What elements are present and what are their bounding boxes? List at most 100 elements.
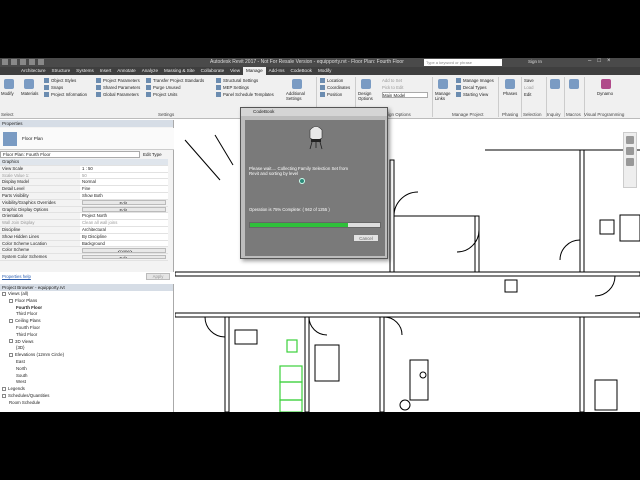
property-value[interactable]: Clean all wall joins	[80, 220, 168, 226]
phases-button[interactable]: Phases	[503, 91, 517, 96]
structural-settings-button[interactable]: Structural Settings	[216, 78, 258, 84]
manage-images-button[interactable]: Manage Images	[456, 78, 494, 84]
save-icon[interactable]	[11, 59, 17, 65]
coordinates-button[interactable]: Coordinates	[320, 85, 350, 91]
browser-item[interactable]: {3D}	[0, 345, 173, 352]
tab-analyze[interactable]: Analyze	[139, 67, 161, 75]
browser-item[interactable]: North	[0, 366, 173, 373]
expand-toggle-icon[interactable]	[9, 353, 13, 358]
browser-item[interactable]: Floor Plans	[0, 298, 173, 305]
apply-button[interactable]: Apply	[146, 273, 170, 280]
browser-item[interactable]: Third Floor	[0, 311, 173, 318]
close-icon[interactable]: ×	[607, 58, 611, 67]
expand-toggle-icon[interactable]	[9, 339, 13, 344]
decal-types-button[interactable]: Decal Types	[456, 85, 487, 91]
tab-insert[interactable]: Insert	[97, 67, 115, 75]
maximize-icon[interactable]: □	[597, 58, 601, 67]
browser-item[interactable]: Elevations (12mm Circle)	[0, 352, 173, 359]
dynamo-icon[interactable]	[601, 79, 611, 89]
tab-systems[interactable]: Systems	[73, 67, 97, 75]
project-parameters-button[interactable]: Project Parameters	[96, 78, 140, 84]
expand-toggle-icon[interactable]	[2, 291, 6, 296]
browser-item[interactable]: Legends	[0, 386, 173, 393]
browser-item[interactable]: Third Floor	[0, 332, 173, 339]
browser-item[interactable]: West	[0, 379, 173, 386]
expand-toggle-icon[interactable]	[9, 319, 13, 324]
expand-toggle-icon[interactable]	[2, 393, 6, 398]
undo-icon[interactable]	[20, 59, 26, 65]
properties-help-link[interactable]: Properties help	[2, 274, 31, 279]
browser-item[interactable]: East	[0, 359, 173, 366]
property-value[interactable]: Normal	[80, 179, 168, 186]
instance-selector[interactable]: Floor Plan: Fourth Floor	[0, 151, 140, 158]
purge-unused-button[interactable]: Purge Unused	[146, 85, 180, 91]
property-edit-button[interactable]: Edit...	[82, 207, 166, 212]
phases-icon[interactable]	[505, 79, 515, 89]
tab-massing-site[interactable]: Massing & Site	[161, 67, 198, 75]
select-load-button[interactable]: Load	[524, 85, 534, 90]
browser-item[interactable]: 3D Views	[0, 339, 173, 346]
tab-view[interactable]: View	[227, 67, 243, 75]
design-option-select[interactable]: Main Model	[382, 92, 428, 98]
location-button[interactable]: Location	[320, 78, 343, 84]
transfer-project-standards-button[interactable]: Transfer Project Standards	[146, 78, 204, 84]
browser-item[interactable]: Room Schedule	[0, 400, 173, 407]
tab-codebook[interactable]: CodeBook	[288, 67, 315, 75]
manage-links-icon[interactable]	[438, 79, 448, 89]
pick-to-edit-button[interactable]: Pick to Edit	[382, 85, 404, 90]
browser-item[interactable]: Fourth Floor	[0, 325, 173, 332]
tab-annotate[interactable]: Annotate	[114, 67, 138, 75]
design-options-icon[interactable]	[361, 79, 371, 89]
tab-architecture[interactable]: Architecture	[18, 67, 49, 75]
cancel-button[interactable]: Cancel	[353, 234, 379, 242]
browser-item[interactable]: Fourth Floor	[0, 305, 173, 312]
select-edit-button[interactable]: Edit	[524, 92, 531, 97]
browser-item[interactable]: Schedules/Quantities	[0, 393, 173, 400]
position-button[interactable]: Position	[320, 92, 342, 98]
modify-icon[interactable]	[4, 79, 14, 89]
project-units-button[interactable]: Project Units	[146, 92, 177, 98]
modify-button[interactable]: Modify	[1, 91, 14, 96]
steering-wheel-icon[interactable]	[626, 136, 634, 144]
manage-links-button[interactable]: Manage Links	[435, 91, 455, 101]
tab-manage[interactable]: Manage	[243, 67, 266, 75]
panel-schedule-templates-button[interactable]: Panel Schedule Templates	[216, 92, 274, 98]
property-edit-button[interactable]: Edit...	[82, 200, 166, 206]
starting-view-button[interactable]: Starting View	[456, 92, 488, 98]
add-to-set-button[interactable]: Add to Set	[382, 78, 402, 83]
print-icon[interactable]	[38, 59, 44, 65]
tab-modify[interactable]: Modify	[315, 67, 335, 75]
property-value[interactable]: Background	[80, 240, 168, 247]
redo-icon[interactable]	[29, 59, 35, 65]
sign-in-button[interactable]: Sign In	[528, 59, 542, 64]
zoom-icon[interactable]	[626, 147, 634, 155]
property-value[interactable]: 1 : 50	[80, 165, 168, 172]
project-information-button[interactable]: Project Information	[44, 92, 87, 98]
snaps-button[interactable]: Snaps	[44, 85, 63, 91]
expand-toggle-icon[interactable]	[2, 387, 6, 391]
global-parameters-button[interactable]: Global Parameters	[96, 92, 139, 98]
property-value[interactable]: Architectural	[80, 226, 168, 233]
inquiry-icon[interactable]	[550, 79, 560, 89]
materials-icon[interactable]	[24, 79, 34, 89]
open-icon[interactable]	[2, 59, 8, 65]
pan-icon[interactable]	[626, 158, 634, 166]
browser-item[interactable]: South	[0, 373, 173, 380]
property-value[interactable]: By Discipline	[80, 233, 168, 240]
additional-settings-icon[interactable]	[292, 79, 302, 89]
search-input[interactable]: Type a keyword or phrase	[424, 59, 502, 66]
expand-toggle-icon[interactable]	[9, 298, 13, 303]
property-edit-button[interactable]: Edit...	[82, 254, 166, 260]
property-value[interactable]: Project North	[80, 213, 168, 220]
materials-button[interactable]: Materials	[21, 91, 38, 96]
design-options-button[interactable]: Design Options	[358, 91, 380, 101]
minimize-icon[interactable]: –	[588, 58, 591, 67]
property-value[interactable]: 50	[80, 172, 168, 179]
select-save-button[interactable]: Save	[524, 78, 534, 83]
object-styles-button[interactable]: Object Styles	[44, 78, 76, 84]
type-selector[interactable]: Floor Plan	[0, 128, 174, 150]
browser-item[interactable]: Views (all)	[0, 291, 173, 298]
edit-type-button[interactable]: Edit Type	[143, 151, 162, 158]
tab-add-ins[interactable]: Add-Ins	[266, 67, 288, 75]
browser-item[interactable]: Ceiling Plans	[0, 318, 173, 325]
